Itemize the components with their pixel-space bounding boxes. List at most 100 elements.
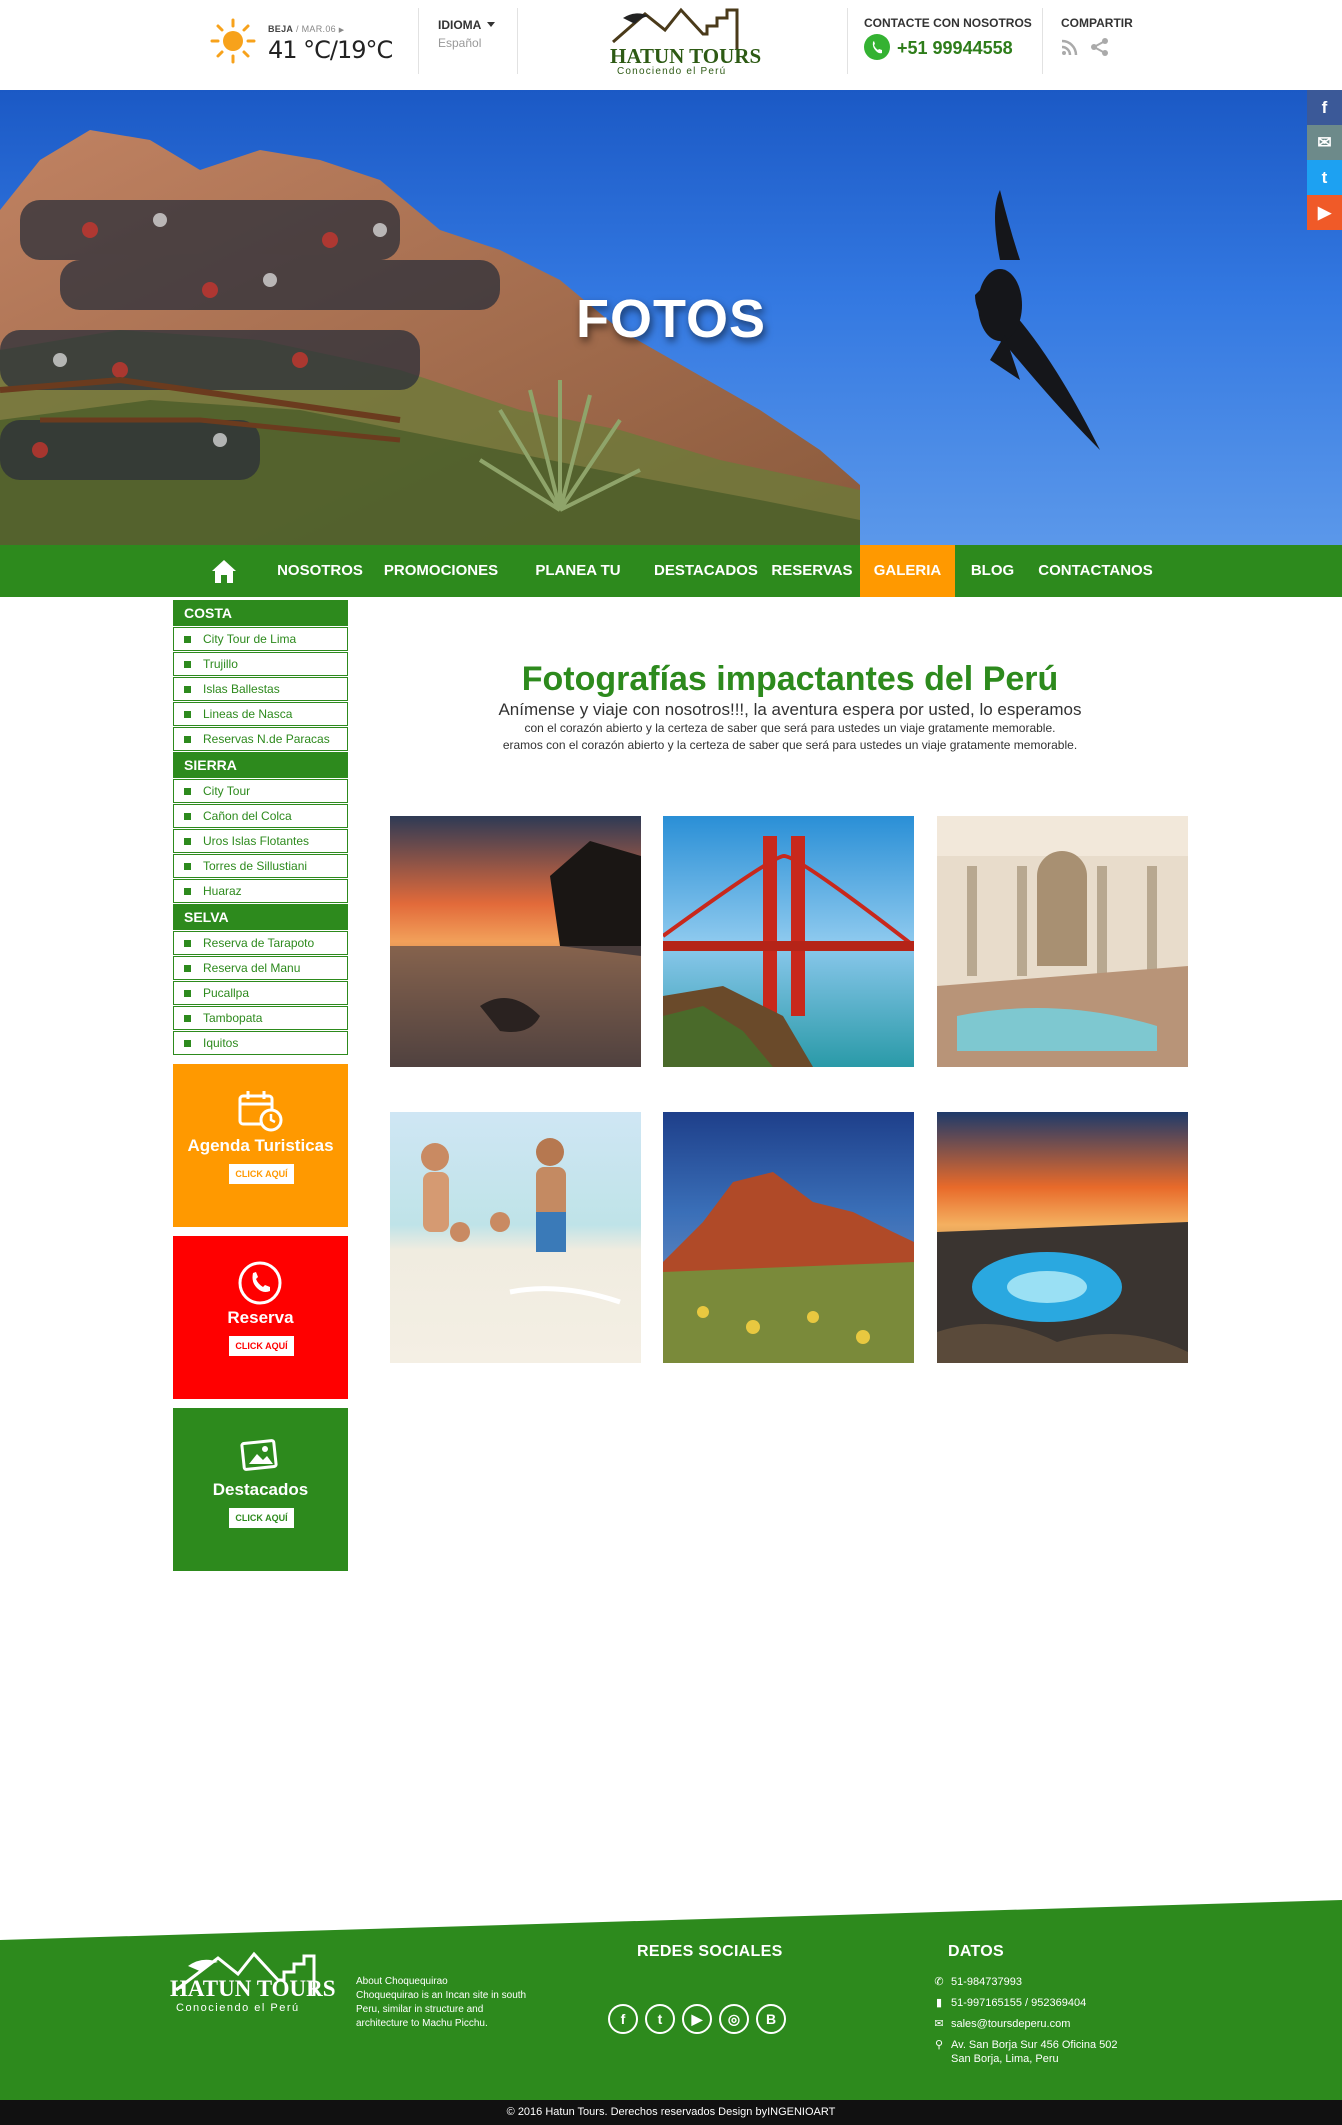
youtube-icon[interactable]: ▶ bbox=[1307, 195, 1342, 230]
logo-tagline: Conociendo el Perú bbox=[617, 66, 727, 77]
photo-family-beach bbox=[390, 1112, 641, 1363]
sidebar-item[interactable]: City Tour de Lima bbox=[173, 627, 348, 651]
page-title: Fotografías impactantes del Perú bbox=[521, 660, 1059, 698]
page-description-line: con el corazón abierto y la certeza de s… bbox=[524, 721, 1056, 735]
nav-item-destacados[interactable]: DESTACADOS bbox=[654, 545, 758, 597]
photo-desert-mountain bbox=[663, 1112, 914, 1363]
sidebar-item[interactable]: Reserva de Tarapoto bbox=[173, 931, 348, 955]
photo-trevi-fountain bbox=[937, 816, 1188, 1067]
hero-title: FOTOS bbox=[575, 289, 767, 349]
floating-social-bar: f ✉ t ▶ bbox=[1307, 90, 1342, 230]
sidebar-item[interactable]: Islas Ballestas bbox=[173, 677, 348, 701]
promo-reserva[interactable]: Reserva CLICK AQUÍ bbox=[173, 1236, 348, 1399]
promo-destacados[interactable]: Destacados CLICK AQUÍ bbox=[173, 1408, 348, 1571]
contact-label: CONTACTE CON NOSOTROS bbox=[864, 16, 1032, 30]
location-icon: ⚲ bbox=[934, 2039, 944, 2051]
blogger-icon[interactable]: B bbox=[756, 2004, 786, 2034]
sidebar-item[interactable]: Tambopata bbox=[173, 1006, 348, 1030]
footer-about-title: About Choquequirao bbox=[356, 1976, 448, 1987]
footer-logo-name: HATUN TOURS bbox=[170, 1976, 336, 2001]
promo-destacados-button[interactable]: CLICK AQUÍ bbox=[229, 1508, 294, 1528]
language-selector[interactable]: IDIOMA Español bbox=[438, 12, 528, 78]
promo-agenda-title: Agenda Turisticas bbox=[187, 1136, 334, 1155]
weather-location: BEJA / MAR.06 ▶ bbox=[268, 24, 345, 34]
gallery-photo[interactable] bbox=[390, 816, 641, 1067]
nav-item-blog[interactable]: BLOG bbox=[955, 545, 1030, 597]
promo-agenda-button[interactable]: CLICK AQUÍ bbox=[229, 1164, 294, 1184]
footer-data-heading: DATOS bbox=[948, 1943, 1005, 1960]
photo-tide-pool bbox=[937, 1112, 1188, 1363]
language-value: Español bbox=[438, 36, 482, 50]
whatsapp-icon[interactable] bbox=[864, 34, 890, 60]
nav-item-contactanos[interactable]: CONTACTANOS bbox=[1038, 545, 1153, 597]
category-costa[interactable]: COSTA bbox=[173, 600, 348, 626]
instagram-icon[interactable]: ◎ bbox=[719, 2004, 749, 2034]
footer-logo[interactable]: HATUN TOURS Conociendo el Perú bbox=[168, 1950, 338, 2030]
main-nav: NOSOTROS PROMOCIONES PLANEA TU VIAJE DES… bbox=[0, 545, 1342, 631]
twitter-icon[interactable]: t bbox=[645, 2004, 675, 2034]
twitter-icon[interactable]: t bbox=[1307, 160, 1342, 195]
gallery-photo[interactable] bbox=[937, 1112, 1188, 1363]
sidebar-item[interactable]: Trujillo bbox=[173, 652, 348, 676]
calendar-icon bbox=[238, 1091, 283, 1132]
share-block: COMPARTIR bbox=[1061, 12, 1141, 78]
nav-item-planea-tu-viaje[interactable]: PLANEA TU VIAJE bbox=[512, 545, 644, 631]
page-subtitle: Anímense y viaje con nosotros!!!, la ave… bbox=[498, 700, 1082, 719]
promo-reserva-button[interactable]: CLICK AQUÍ bbox=[229, 1336, 294, 1356]
top-bar: BEJA / MAR.06 ▶ 41 °C/19°C IDIOMA Españo… bbox=[0, 0, 1342, 90]
home-icon[interactable] bbox=[210, 557, 238, 585]
facebook-icon[interactable]: f bbox=[1307, 90, 1342, 125]
gallery-photo[interactable] bbox=[663, 1112, 914, 1363]
gallery-photo[interactable] bbox=[937, 816, 1188, 1067]
youtube-icon[interactable]: ▶ bbox=[682, 2004, 712, 2034]
rss-icon[interactable] bbox=[1061, 38, 1079, 56]
weather-temperature: 41 °C/19°C bbox=[268, 36, 393, 64]
sidebar-item[interactable]: City Tour bbox=[173, 779, 348, 803]
share-label: COMPARTIR bbox=[1061, 16, 1133, 30]
email-icon: ✉ bbox=[934, 2018, 944, 2030]
photo-sunset-beach bbox=[390, 816, 641, 1067]
mobile-icon: ▮ bbox=[935, 1997, 943, 2009]
gallery-photo[interactable] bbox=[663, 816, 914, 1067]
footer-about: About Choquequirao Choquequirao is an In… bbox=[356, 1975, 531, 2031]
divider bbox=[847, 8, 848, 74]
sidebar-item[interactable]: Lineas de Nasca bbox=[173, 702, 348, 726]
promo-destacados-title: Destacados bbox=[212, 1480, 309, 1499]
gallery-photo[interactable] bbox=[390, 1112, 641, 1363]
language-label: IDIOMA bbox=[438, 18, 495, 32]
footer-logo-tagline: Conociendo el Perú bbox=[176, 2002, 300, 2014]
phone-icon: ✆ bbox=[934, 1976, 944, 1988]
nav-item-reservas[interactable]: RESERVAS bbox=[762, 545, 862, 597]
promo-agenda[interactable]: Agenda Turisticas CLICK AQUÍ bbox=[173, 1064, 348, 1227]
hero-banner: FOTOS bbox=[0, 90, 1342, 545]
facebook-icon[interactable]: f bbox=[608, 2004, 638, 2034]
sidebar-item[interactable]: Pucallpa bbox=[173, 981, 348, 1005]
contact-phone[interactable]: +51 99944558 bbox=[897, 38, 1013, 59]
sidebar-item[interactable]: Reserva del Manu bbox=[173, 956, 348, 980]
sidebar-item[interactable]: Huaraz bbox=[173, 879, 348, 903]
sidebar-item[interactable]: Torres de Sillustiani bbox=[173, 854, 348, 878]
site-logo[interactable]: HATUN TOURS Conociendo el Perú bbox=[605, 4, 761, 77]
share-icon[interactable] bbox=[1090, 38, 1110, 57]
phone-icon bbox=[238, 1261, 282, 1305]
footer-social-icons: f t ▶ ◎ B bbox=[608, 2004, 793, 2034]
nav-item-promociones[interactable]: PROMOCIONES bbox=[380, 545, 502, 597]
nav-item-nosotros[interactable]: NOSOTROS bbox=[270, 545, 370, 597]
category-sierra[interactable]: SIERRA bbox=[173, 752, 348, 778]
copyright-bar: © 2016 Hatun Tours. Derechos reservados … bbox=[0, 2100, 1342, 2125]
page-description-line: eramos con el corazón abierto y la certe… bbox=[502, 738, 1078, 752]
sidebar-item[interactable]: Cañon del Colca bbox=[173, 804, 348, 828]
weather-widget: BEJA / MAR.06 ▶ 41 °C/19°C bbox=[210, 12, 410, 78]
promo-reserva-title: Reserva bbox=[227, 1308, 294, 1327]
sidebar-item[interactable]: Reservas N.de Paracas bbox=[173, 727, 348, 751]
category-selva[interactable]: SELVA bbox=[173, 904, 348, 930]
sidebar-item[interactable]: Uros Islas Flotantes bbox=[173, 829, 348, 853]
photo-golden-gate bbox=[663, 816, 914, 1067]
divider bbox=[517, 8, 518, 74]
nav-item-galeria[interactable]: GALERIA bbox=[860, 545, 955, 597]
divider bbox=[418, 8, 419, 74]
sun-icon bbox=[210, 18, 256, 64]
footer-social-heading: REDES SOCIALES bbox=[637, 1943, 783, 1960]
email-icon[interactable]: ✉ bbox=[1307, 125, 1342, 160]
sidebar-item[interactable]: Iquitos bbox=[173, 1031, 348, 1055]
